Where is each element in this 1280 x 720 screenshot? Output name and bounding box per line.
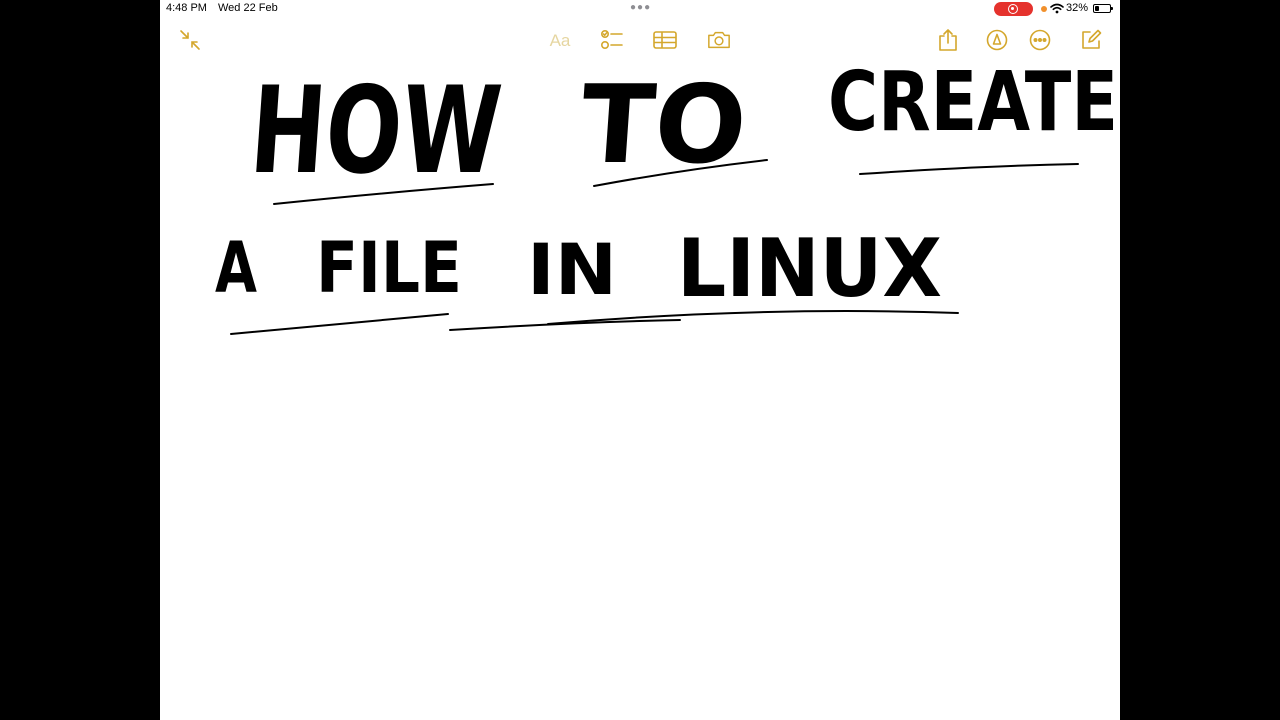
notes-screen: 4:48 PM Wed 22 Feb ●●● 32% Aa HOW TO CRE… (160, 0, 1120, 720)
note-word: CREATE (828, 55, 1118, 150)
handwriting-canvas[interactable]: HOW TO CREATE A FILE IN LINUX (160, 0, 1120, 720)
note-word: A (215, 227, 257, 309)
note-word: HOW (246, 61, 506, 201)
note-word: LINUX (677, 222, 942, 315)
note-line-1: HOW TO CREATE (246, 55, 1118, 201)
note-word: TO (577, 62, 751, 188)
note-line-2: A FILE IN LINUX (215, 222, 942, 315)
note-word: IN (527, 229, 617, 311)
note-word: FILE (316, 227, 462, 309)
